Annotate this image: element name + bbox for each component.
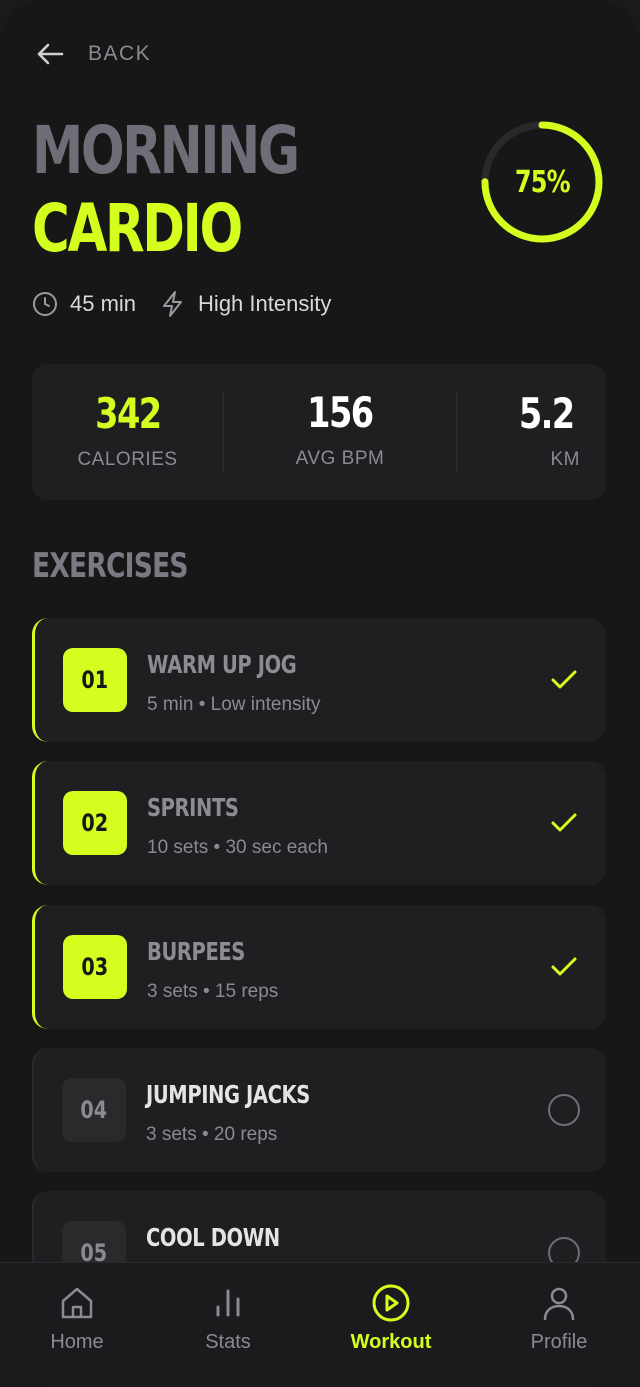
lightning-icon — [163, 291, 183, 317]
exercise-name: COOL DOWN — [146, 1223, 280, 1252]
exercise-detail: 5 min • Low intensity — [147, 694, 321, 715]
bpm-value: 156 — [307, 388, 374, 437]
exercise-detail: 3 sets • 20 reps — [146, 1124, 278, 1145]
check-icon[interactable] — [546, 805, 582, 841]
workout-title-line1: MORNING — [32, 112, 300, 189]
bottom-nav: Home Stats Workout Profile — [0, 1262, 640, 1387]
exercise-number: 02 — [63, 791, 127, 855]
workout-meta: 45 min High Intensity — [32, 290, 331, 318]
distance-stat: 5.2 KM — [457, 364, 606, 500]
check-icon[interactable] — [546, 949, 582, 985]
nav-item-profile[interactable]: Profile — [504, 1283, 614, 1354]
exercise-number: 03 — [63, 935, 127, 999]
calories-value: 342 — [94, 389, 162, 438]
nav-item-stats[interactable]: Stats — [173, 1283, 283, 1354]
nav-item-workout[interactable]: Workout — [336, 1283, 446, 1354]
calories-stat: 342 CALORIES — [32, 364, 223, 500]
back-button[interactable]: BACK — [36, 42, 151, 66]
nav-label-home: Home — [50, 1331, 104, 1353]
exercises-title: EXERCISES — [32, 546, 189, 586]
exercise-detail: 3 sets • 15 reps — [147, 981, 279, 1002]
intensity-text: High Intensity — [198, 291, 332, 316]
arrow-left-icon — [37, 43, 64, 65]
check-icon[interactable] — [546, 662, 582, 698]
exercise-item[interactable]: 01 WARM UP JOG 5 min • Low intensity — [32, 618, 606, 742]
exercise-number: 04 — [62, 1078, 126, 1142]
back-label: BACK — [88, 42, 152, 65]
distance-value: 5.2 — [518, 389, 574, 438]
exercise-name: BURPEES — [147, 937, 245, 966]
workout-detail-screen: BACK MORNING CARDIO 75% 45 min High Inte… — [0, 0, 640, 1387]
exercise-number: 01 — [63, 648, 127, 712]
calories-label: CALORIES — [77, 449, 178, 470]
stats-icon — [216, 1289, 240, 1317]
progress-label: 75% — [514, 164, 570, 200]
circle-checkbox-icon[interactable] — [546, 1092, 582, 1128]
nav-label-stats: Stats — [205, 1331, 251, 1353]
duration-meta: 45 min — [32, 291, 136, 317]
clock-icon — [33, 292, 57, 316]
stats-card: 342 CALORIES 156 AVG BPM 5.2 KM — [32, 364, 606, 500]
exercise-detail: 10 sets • 30 sec each — [147, 837, 328, 858]
user-icon — [543, 1287, 575, 1321]
exercise-name: WARM UP JOG — [147, 650, 297, 679]
bpm-label: AVG BPM — [295, 448, 385, 469]
workout-title-line2: CARDIO — [32, 190, 243, 267]
nav-label-workout: Workout — [350, 1331, 432, 1353]
nav-item-home[interactable]: Home — [22, 1283, 132, 1354]
exercise-item[interactable]: 04 JUMPING JACKS 3 sets • 20 reps — [32, 1048, 606, 1172]
exercise-name: SPRINTS — [147, 793, 239, 822]
exercise-item[interactable]: 03 BURPEES 3 sets • 15 reps — [32, 905, 606, 1029]
home-icon — [61, 1287, 93, 1319]
bpm-stat: 156 AVG BPM — [223, 392, 457, 474]
intensity-meta: High Intensity — [160, 290, 331, 318]
exercise-item[interactable]: 02 SPRINTS 10 sets • 30 sec each — [32, 761, 606, 885]
duration-text: 45 min — [70, 291, 137, 316]
play-circle-icon — [372, 1284, 410, 1322]
distance-label: KM — [550, 449, 580, 470]
nav-label-profile: Profile — [530, 1331, 588, 1353]
exercise-name: JUMPING JACKS — [146, 1080, 310, 1109]
